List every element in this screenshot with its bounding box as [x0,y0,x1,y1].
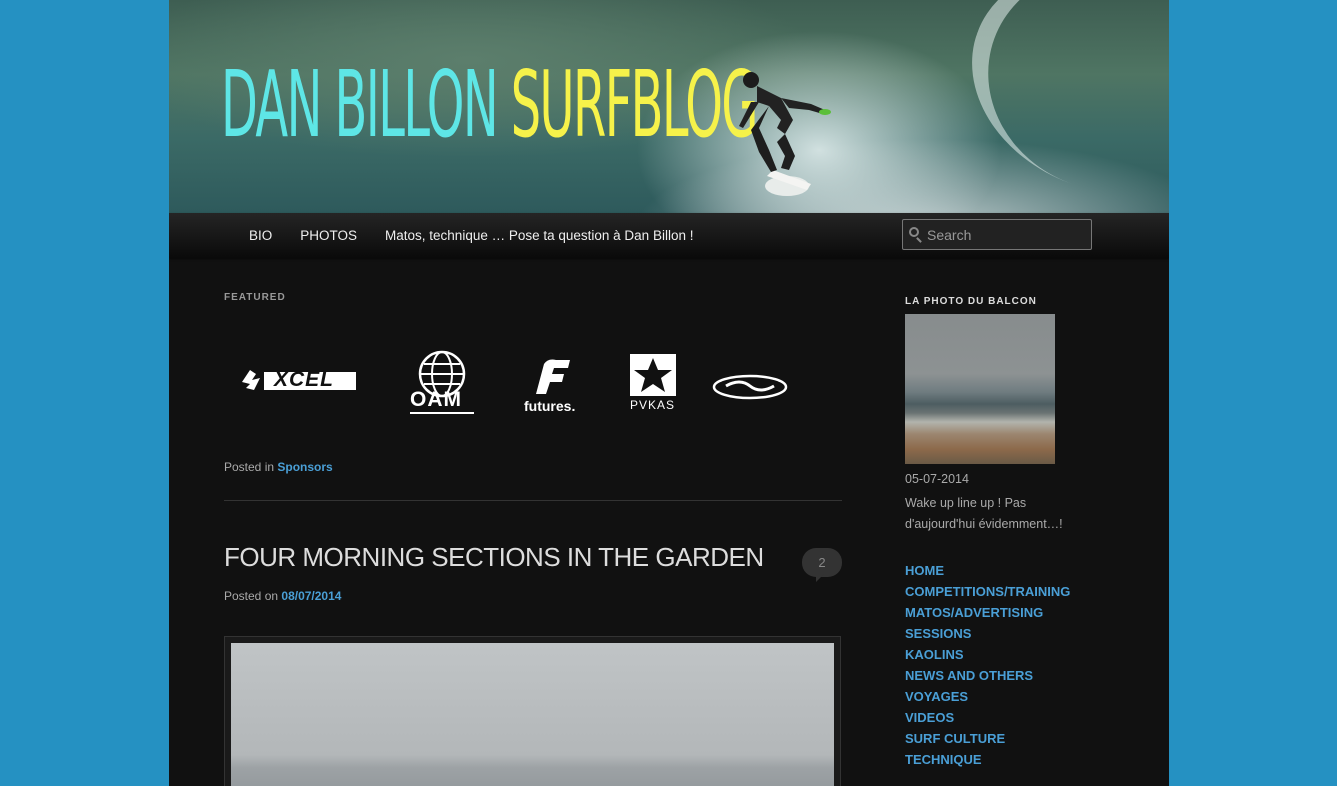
posted-in: Posted in Sponsors [224,460,333,474]
comment-count-bubble[interactable]: 2 [802,548,842,582]
search-box [902,219,1092,250]
nav-item-bio[interactable]: BIO [235,213,286,258]
nav-item-questions[interactable]: Matos, technique … Pose ta question à Da… [371,213,707,258]
post-meta: Posted on 08/07/2014 [224,589,341,603]
category-link-technique[interactable]: TECHNIQUE [905,749,1070,770]
sponsor-name-pvkas: PVKAS [630,398,676,412]
balcony-photo-caption: Wake up line up ! Pas d'aujourd'hui évid… [905,496,1063,531]
category-link-sessions[interactable]: SESSIONS [905,623,1070,644]
category-link-surf-culture[interactable]: SURF CULTURE [905,728,1070,749]
sponsor-logo-pvkas[interactable]: PVKAS [630,354,678,414]
search-icon [909,227,919,237]
posted-in-prefix: Posted in [224,460,275,474]
category-link-voyages[interactable]: VOYAGES [905,686,1070,707]
wave-decoration [939,0,1169,213]
category-link-sponsors[interactable]: Sponsors [277,460,332,474]
balcony-photo[interactable] [905,314,1055,464]
sponsor-name-futures: futures. [524,398,576,414]
balcony-photo-date: 05-07-2014 [905,472,969,486]
post-title[interactable]: FOUR MORNING SECTIONS IN THE GARDEN [224,542,764,573]
main-navigation: BIO PHOTOS Matos, technique … Pose ta qu… [169,213,1169,258]
post-date-link[interactable]: 08/07/2014 [281,589,341,603]
category-link-competitions[interactable]: COMPETITIONS/TRAINING [905,581,1070,602]
futures-f-icon [536,359,570,394]
nav-item-photos[interactable]: PHOTOS [286,213,371,258]
divider [224,500,842,501]
sponsor-logos: XCEL OAM futures. PVKAS [224,346,842,426]
site-title-space [497,51,511,158]
featured-label: FEATURED [224,292,286,303]
site-title-part1: DAN BILLON [221,51,499,158]
category-link-news[interactable]: NEWS AND OTHERS [905,665,1070,686]
widget-title-photo: LA PHOTO DU BALCON [905,296,1037,307]
posted-on-prefix: Posted on [224,589,279,603]
post-photo-frame [224,636,841,786]
category-link-kaolins[interactable]: KAOLINS [905,644,1070,665]
wave-logo-icon [712,374,788,400]
post-photo[interactable] [231,643,834,786]
star-icon [630,354,676,396]
category-link-home[interactable]: HOME [905,560,1070,581]
surfer-illustration [739,72,831,196]
site-title-part2: SURFBLOG [510,51,759,158]
nav-menu: BIO PHOTOS Matos, technique … Pose ta qu… [235,213,707,258]
page: DAN BILLON SURFBLOG BIO PHOTOS Matos, te… [169,0,1169,786]
category-link-videos[interactable]: VIDEOS [905,707,1070,728]
search-input[interactable] [925,224,1089,246]
sponsor-name-oam: OAM [410,388,462,411]
category-link-matos[interactable]: MATOS/ADVERTISING [905,602,1070,623]
site-title[interactable]: DAN BILLON SURFBLOG [221,56,758,154]
category-list: HOME COMPETITIONS/TRAINING MATOS/ADVERTI… [905,560,1070,770]
sponsor-logo-oam[interactable]: OAM [406,350,478,422]
sponsor-logo-wave[interactable] [712,374,788,400]
sponsor-logo-xcel[interactable]: XCEL [240,366,358,394]
sponsor-name-xcel: XCEL [274,368,335,391]
header-banner: DAN BILLON SURFBLOG [169,0,1169,213]
sponsor-logo-futures[interactable]: futures. [522,358,582,418]
